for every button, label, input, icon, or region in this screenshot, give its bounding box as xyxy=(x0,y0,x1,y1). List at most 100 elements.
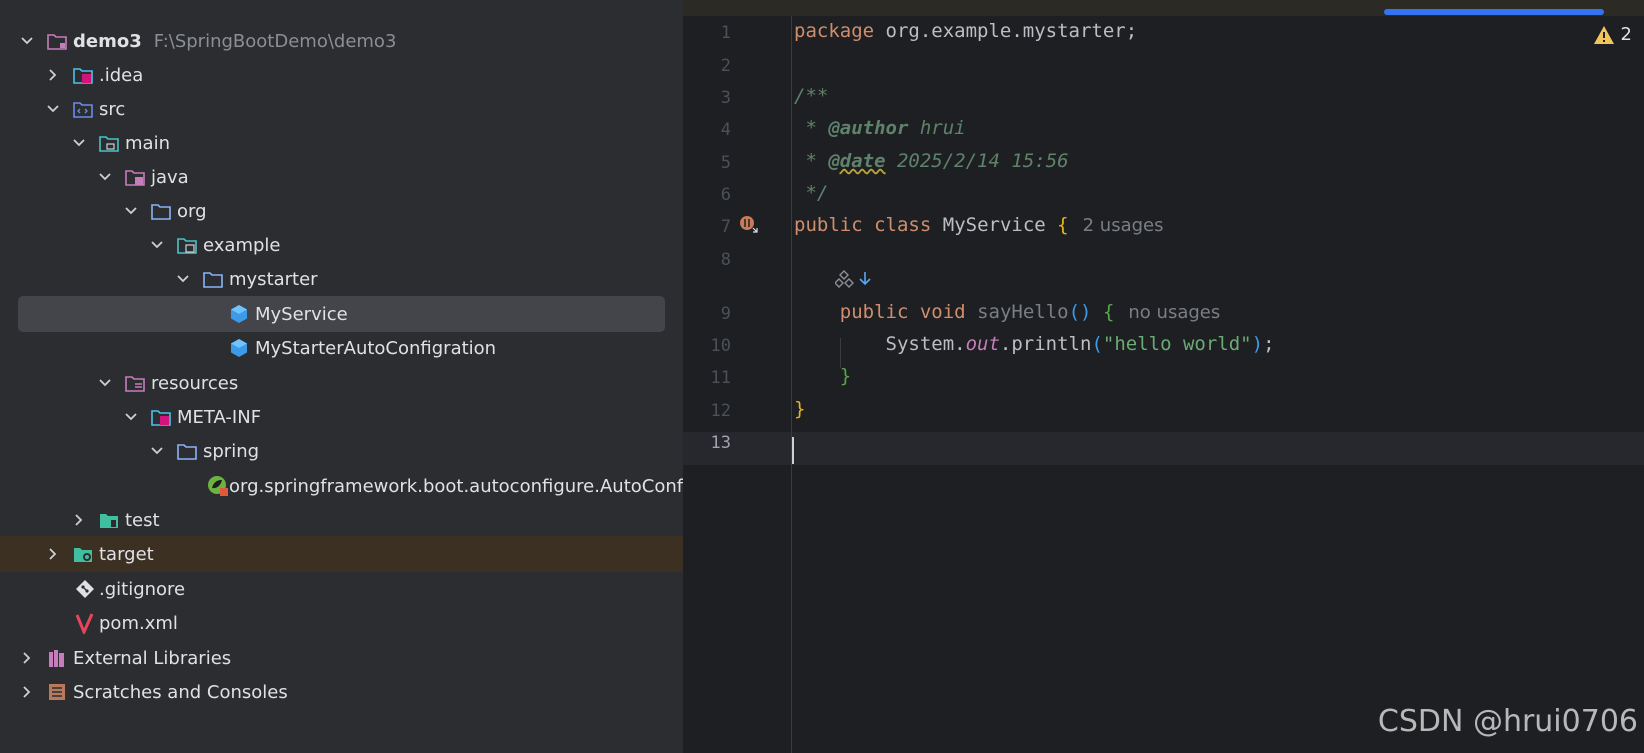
tree-item-meta-inf[interactable]: META-INF xyxy=(0,399,683,435)
line-number: 6 xyxy=(720,185,731,205)
chevron-right-icon[interactable] xyxy=(68,509,90,531)
watermark: CSDN @hrui0706 xyxy=(1377,704,1638,739)
line-number: 2 xyxy=(720,56,731,76)
tree-item-label: demo3 F:\SpringBootDemo\demo3 xyxy=(73,30,397,52)
tree-item-scratches-and-consoles[interactable]: Scratches and Consoles xyxy=(0,674,683,710)
chevron-right-icon[interactable] xyxy=(16,681,38,703)
folder-icon xyxy=(98,132,120,154)
maven-icon xyxy=(74,612,96,634)
line-number: 1 xyxy=(720,23,731,43)
tree-item-label: org xyxy=(177,200,207,222)
code-line-4: * @author hrui xyxy=(794,117,966,139)
tree-item-resources[interactable]: resources xyxy=(0,365,683,401)
tree-item-pom-xml[interactable]: pom.xml xyxy=(0,605,683,641)
chevron-down-icon[interactable] xyxy=(68,132,90,154)
tree-item-src[interactable]: src xyxy=(0,91,683,127)
module-folder-icon xyxy=(46,30,68,52)
chevron-right-icon[interactable] xyxy=(16,647,38,669)
chevron-down-icon[interactable] xyxy=(120,200,142,222)
chevron-down-icon[interactable] xyxy=(94,372,116,394)
java-class-icon xyxy=(228,337,250,359)
usages-hint[interactable]: 2 usages xyxy=(1083,215,1164,236)
folder-icon xyxy=(176,440,198,462)
warning-count: 2 xyxy=(1620,24,1632,45)
tree-item-java[interactable]: java xyxy=(0,159,683,195)
tree-item-external-libraries[interactable]: External Libraries xyxy=(0,640,683,676)
spring-file-icon xyxy=(207,475,229,497)
scratches-icon xyxy=(46,681,68,703)
tree-item-path-hint: F:\SpringBootDemo\demo3 xyxy=(153,30,397,52)
tree-item-label: java xyxy=(151,166,189,188)
code-editor[interactable]: 2 1 2 3 4 5 6 7 8 9 10 11 12 13 package … xyxy=(683,0,1644,753)
chevron-right-icon[interactable] xyxy=(42,64,64,86)
line-number: 5 xyxy=(720,153,731,173)
package-folder-icon xyxy=(176,234,198,256)
tree-item-label: mystarter xyxy=(229,268,318,290)
gutter-separator xyxy=(791,16,792,753)
chevron-right-icon[interactable] xyxy=(42,543,64,565)
line-number: 8 xyxy=(720,250,731,270)
chevron-down-icon[interactable] xyxy=(146,234,168,256)
tree-item-label: META-INF xyxy=(177,406,262,428)
tree-item-label: main xyxy=(125,132,170,154)
tree-item-myservice[interactable]: MyService xyxy=(18,296,665,332)
line-number: 11 xyxy=(710,368,731,388)
tree-item-label: MyService xyxy=(255,303,348,325)
tree-item-main[interactable]: main xyxy=(0,125,683,161)
tree-item-demo3[interactable]: demo3 F:\SpringBootDemo\demo3 xyxy=(0,23,683,59)
tree-item-label: src xyxy=(99,98,126,120)
tree-item-idea[interactable]: .idea xyxy=(0,57,683,93)
warning-icon xyxy=(1593,25,1614,44)
line-number: 9 xyxy=(720,304,731,324)
text-caret xyxy=(792,437,794,464)
tree-item-gitignore[interactable]: .gitignore xyxy=(0,571,683,607)
code-line-7: public class MyService {2 usages xyxy=(794,214,1164,236)
resources-root-icon xyxy=(124,372,146,394)
tree-item-label: org.springframework.boot.autoconfigure.A… xyxy=(229,475,683,497)
code-line-3: /** xyxy=(794,85,829,107)
current-line-highlight xyxy=(683,432,1644,465)
code-line-5: * @date 2025/2/14 15:56 xyxy=(794,150,1069,172)
meta-inf-folder-icon xyxy=(150,406,172,428)
target-folder-icon xyxy=(72,543,94,565)
code-line-12: } xyxy=(794,398,806,420)
tree-item-label: MyStarterAutoConfigration xyxy=(255,337,497,359)
chevron-down-icon[interactable] xyxy=(146,440,168,462)
tree-item-label: test xyxy=(125,509,160,531)
horizontal-scroll-thumb[interactable] xyxy=(1384,9,1604,15)
idea-folder-icon xyxy=(72,64,94,86)
chevron-down-icon[interactable] xyxy=(94,166,116,188)
tree-item-target[interactable]: target xyxy=(0,536,683,572)
tree-item-label: example xyxy=(203,234,281,256)
line-number-active: 13 xyxy=(710,433,731,453)
code-line-1: package org.example.mystarter; xyxy=(794,20,1138,42)
usages-hint[interactable]: no usages xyxy=(1128,302,1220,323)
line-number: 3 xyxy=(720,88,731,108)
project-tool-window: demo3 F:\SpringBootDemo\demo3 .idea src m… xyxy=(0,0,683,753)
tree-item-mystarterautoconfigration[interactable]: MyStarterAutoConfigration xyxy=(0,330,683,366)
git-icon xyxy=(74,578,96,600)
chevron-down-icon[interactable] xyxy=(16,30,38,52)
code-line-11: } xyxy=(839,365,852,387)
spring-bean-gutter-icon[interactable] xyxy=(739,215,759,239)
test-folder-icon xyxy=(98,509,120,531)
libraries-icon xyxy=(46,647,68,669)
chevron-down-icon[interactable] xyxy=(172,268,194,290)
code-line-6: */ xyxy=(794,182,829,204)
line-number: 10 xyxy=(710,336,731,356)
tree-item-spring[interactable]: spring xyxy=(0,433,683,469)
tree-item-label: target xyxy=(99,543,154,565)
package-folder-icon xyxy=(202,268,224,290)
chevron-down-icon[interactable] xyxy=(42,98,64,120)
tree-item-autoconfiguration-imports[interactable]: org.springframework.boot.autoconfigure.A… xyxy=(0,468,683,504)
chevron-down-icon[interactable] xyxy=(120,406,142,428)
tree-item-test[interactable]: test xyxy=(0,502,683,538)
tree-item-example[interactable]: example xyxy=(0,227,683,263)
tree-item-org[interactable]: org xyxy=(0,193,683,229)
tree-item-label: Scratches and Consoles xyxy=(73,681,288,703)
tree-item-mystarter[interactable]: mystarter xyxy=(0,261,683,297)
inspection-widget[interactable]: 2 xyxy=(1593,24,1632,45)
tree-item-label: .gitignore xyxy=(99,578,186,600)
line-number: 4 xyxy=(720,120,731,140)
ai-assistant-icon[interactable] xyxy=(834,270,875,292)
